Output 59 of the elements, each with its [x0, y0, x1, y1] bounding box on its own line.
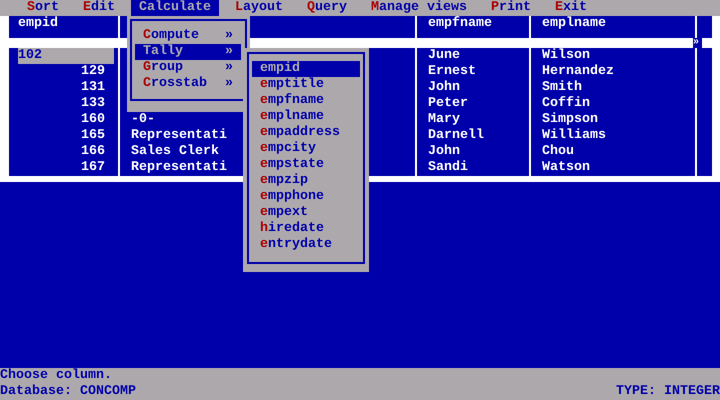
menu-item[interactable]: empaddress	[252, 125, 360, 141]
menu-item[interactable]: Crosstab »	[135, 76, 241, 92]
menu-item[interactable]: Query	[298, 0, 355, 16]
table-cell: Wilson	[542, 48, 590, 63]
column-header[interactable]: empid	[18, 16, 58, 31]
menu-item[interactable]: emplname	[252, 109, 360, 125]
menu-item[interactable]: Manage views	[362, 0, 475, 16]
menu-item[interactable]: empphone	[252, 189, 360, 205]
menu-item[interactable]: Exit	[546, 0, 595, 16]
menu-item[interactable]: emptitle	[252, 77, 360, 93]
table-cell[interactable]: 165	[18, 128, 114, 144]
table-cell[interactable]: 131	[18, 80, 114, 96]
table-cell: Ernest	[428, 64, 476, 79]
column-header[interactable]: empfname	[428, 16, 492, 31]
menu-item[interactable]: Sort	[19, 0, 67, 16]
menu-item[interactable]: empcity	[252, 141, 360, 157]
database-label: Database: CONCOMP	[0, 384, 136, 400]
menu-item[interactable]: Calculate	[131, 0, 219, 16]
table-cell: Sandi	[428, 160, 468, 175]
table-cell[interactable]: 160	[18, 112, 114, 128]
table-cell: -0-	[131, 112, 155, 127]
menu-item[interactable]: hiredate	[252, 221, 360, 237]
table-cell: Williams	[542, 128, 606, 143]
table-cell[interactable]: 166	[18, 144, 114, 160]
table-cell: John	[428, 80, 460, 95]
table-cell: John	[428, 144, 460, 159]
status-message: Choose column.	[0, 368, 113, 384]
menu-item[interactable]: empstate	[252, 157, 360, 173]
menu-item[interactable]: entrydate	[252, 237, 360, 253]
menu-item[interactable]: empzip	[252, 173, 360, 189]
type-label: TYPE: INTEGER	[616, 384, 720, 400]
menu-item[interactable]: Edit	[75, 0, 123, 16]
table-cell: Sales Clerk	[131, 144, 219, 159]
menu-item[interactable]: Tally »	[135, 44, 241, 60]
table-cell: Chou	[542, 144, 574, 159]
table-cell: Mary	[428, 112, 460, 127]
menu-item[interactable]: empfname	[252, 93, 360, 109]
table-cell: Representati	[131, 128, 227, 143]
menu-item[interactable]: Print	[482, 0, 539, 16]
table-cell: Darnell	[428, 128, 484, 143]
table-cell[interactable]: 167	[18, 160, 114, 176]
table-cell: Simpson	[542, 112, 598, 127]
scroll-indicator: »	[693, 38, 702, 48]
table-cell: Peter	[428, 96, 468, 111]
menu-item[interactable]: empext	[252, 205, 360, 221]
table-cell: Coffin	[542, 96, 590, 111]
menu-item[interactable]: empid	[252, 61, 360, 77]
table-cell[interactable]: 133	[18, 96, 114, 112]
table-cell[interactable]: 102	[18, 48, 114, 64]
table-cell: Watson	[542, 160, 590, 175]
table-cell[interactable]: 129	[18, 64, 114, 80]
table-cell: Representati	[131, 160, 227, 175]
column-header[interactable]: emplname	[542, 16, 606, 31]
table-cell: Smith	[542, 80, 582, 95]
menu-item[interactable]: Group »	[135, 60, 241, 76]
menu-item[interactable]: Compute »	[135, 28, 241, 44]
table-cell: June	[428, 48, 460, 63]
table-cell: Hernandez	[542, 64, 614, 79]
menu-item[interactable]: Layout	[226, 0, 291, 16]
